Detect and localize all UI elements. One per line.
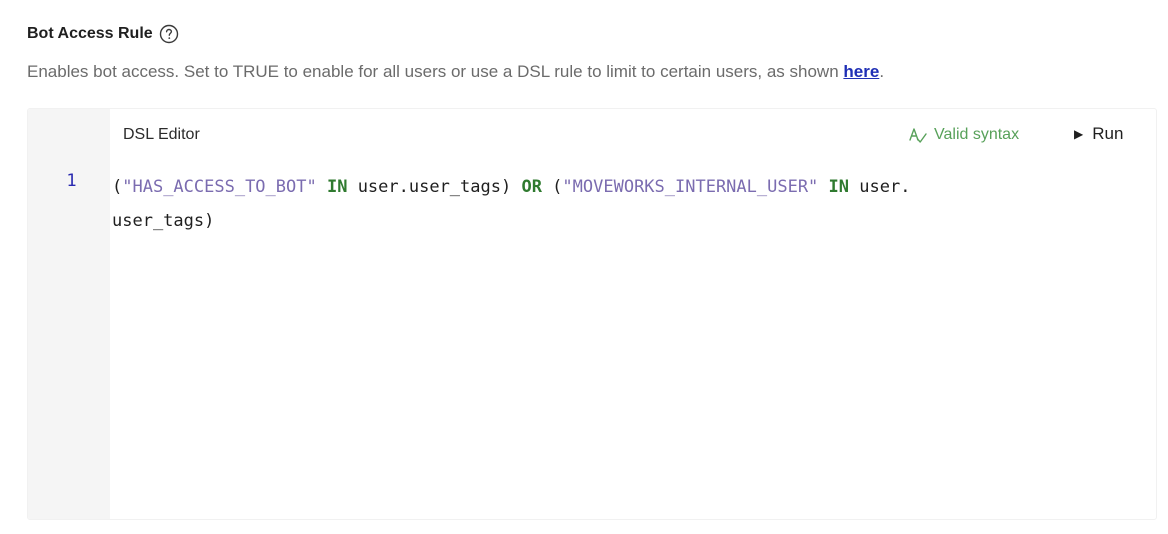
code-token-kw: OR [521, 177, 542, 197]
description-suffix: . [879, 62, 885, 81]
syntax-status-text: Valid syntax [934, 126, 1020, 143]
editor-title: DSL Editor [123, 126, 200, 143]
section-description: Enables bot access. Set to TRUE to enabl… [27, 62, 884, 82]
code-token-plain: user_tags) [112, 211, 215, 231]
description-text: Enables bot access. Set to TRUE to enabl… [27, 62, 844, 81]
code-token-kw: IN [326, 177, 348, 197]
code-line[interactable]: ("HAS_ACCESS_TO_BOT" IN user.user_tags) … [112, 170, 1072, 238]
syntax-status: Valid syntax [908, 126, 1019, 144]
section-title: Bot Access Rule [27, 25, 153, 42]
question-circle-icon[interactable] [159, 24, 179, 44]
code-token-kw: IN [828, 177, 850, 197]
section-header: Bot Access Rule [27, 24, 179, 44]
code-token-plain: ( [112, 177, 123, 197]
syntax-check-icon [909, 128, 927, 143]
dsl-editor[interactable]: 1 DSL Editor Valid syntax ▶ Run ("HAS_AC… [27, 108, 1157, 520]
code-token-plain: user. [849, 177, 911, 197]
code-token-plain: ( [541, 177, 563, 197]
code-token-plain: user.user_tags) [347, 177, 522, 197]
code-token-str: "HAS_ACCESS_TO_BOT" [122, 177, 317, 197]
run-label: Run [1092, 124, 1124, 143]
play-icon: ▶ [1074, 127, 1084, 141]
code-token-str: "MOVEWORKS_INTERNAL_USER" [562, 177, 819, 197]
line-number: 1 [66, 171, 77, 191]
here-link[interactable]: here [843, 62, 879, 81]
run-button[interactable]: ▶ Run [1074, 124, 1123, 144]
